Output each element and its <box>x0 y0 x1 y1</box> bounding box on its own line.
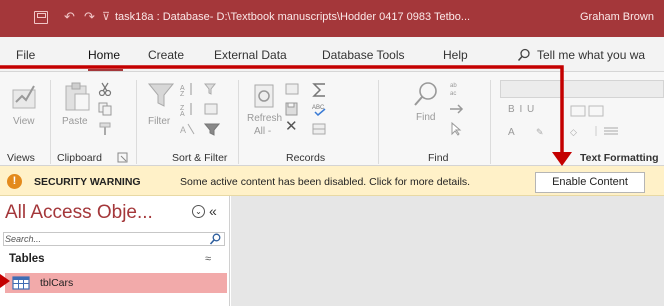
lightbulb-search-icon[interactable] <box>517 48 531 62</box>
group-divider <box>136 80 137 164</box>
security-warning-message[interactable]: Some active content has been disabled. C… <box>180 176 470 188</box>
font-color-highlight-icons[interactable]: A ✎ ◇ <box>506 124 626 138</box>
svg-text:A: A <box>508 127 515 138</box>
remove-sort-icon[interactable]: A <box>180 122 196 136</box>
tab-create[interactable]: Create <box>148 48 184 62</box>
redo-icon[interactable]: ↷ <box>84 9 95 25</box>
font-name-dropdown[interactable] <box>500 80 664 98</box>
window-title: task18a : Database- D:\Textbook manuscri… <box>115 11 471 23</box>
cut-icon[interactable] <box>98 82 112 96</box>
group-divider <box>378 80 379 164</box>
view-icon[interactable] <box>10 80 42 112</box>
format-painter-icon[interactable] <box>98 122 112 136</box>
records-group-label: Records <box>286 152 326 164</box>
sort-descending-icon[interactable]: Z A <box>180 102 196 116</box>
active-tab-indicator <box>88 69 123 71</box>
clipboard-group-label: Clipboard <box>57 152 102 164</box>
table-icon <box>12 276 30 290</box>
find-group-label: Find <box>428 152 449 164</box>
svg-text:Z: Z <box>180 91 185 96</box>
list-item[interactable] <box>5 273 227 293</box>
tab-external-data[interactable]: External Data <box>214 48 287 62</box>
spelling-icon[interactable]: ABC <box>312 102 328 116</box>
bold-italic-underline-buttons[interactable]: B I U <box>508 104 535 116</box>
collapse-pane-icon[interactable]: « <box>209 203 217 219</box>
find-label[interactable]: Find <box>416 112 435 124</box>
copy-icon[interactable] <box>98 102 112 116</box>
security-warning-title: SECURITY WARNING <box>34 176 141 188</box>
find-icon[interactable] <box>412 80 440 108</box>
tab-home[interactable]: Home <box>88 48 120 62</box>
tell-me-box[interactable]: Tell me what you wa <box>537 48 645 62</box>
replace-icon[interactable]: ab ac <box>448 80 466 96</box>
bullets-numbering-icon[interactable] <box>570 104 610 118</box>
svg-text:◇: ◇ <box>570 127 577 137</box>
svg-text:✎: ✎ <box>536 127 544 137</box>
svg-text:ac: ac <box>450 91 456 96</box>
enable-content-button[interactable]: Enable Content <box>535 172 645 193</box>
sort-filter-group-label: Sort & Filter <box>172 152 228 164</box>
paste-icon[interactable] <box>62 80 94 114</box>
navigation-pane-title[interactable]: All Access Obje... <box>5 202 153 224</box>
delete-record-icon[interactable]: ✕ <box>285 119 298 135</box>
refresh-all-label[interactable]: All - <box>254 126 271 138</box>
tab-database-tools[interactable]: Database Tools <box>322 48 405 62</box>
views-group-label: Views <box>7 152 35 164</box>
search-icon[interactable] <box>209 233 222 245</box>
paste-label[interactable]: Paste <box>62 116 88 128</box>
group-divider <box>50 80 51 164</box>
document-area <box>231 196 664 306</box>
table-item-label: tblCars <box>40 277 74 289</box>
refresh-icon[interactable] <box>252 82 278 110</box>
refresh-label[interactable]: Refresh <box>247 113 282 125</box>
totals-icon[interactable] <box>312 82 328 98</box>
new-record-icon[interactable] <box>284 82 300 96</box>
svg-text:ab: ab <box>450 83 457 89</box>
group-divider <box>490 80 491 164</box>
svg-text:A: A <box>180 111 185 116</box>
warning-icon: ! <box>7 174 22 189</box>
select-icon[interactable] <box>448 122 466 136</box>
advanced-filter-icon[interactable] <box>204 102 220 116</box>
chevron-down-icon[interactable]: ⌄ <box>192 205 205 218</box>
filter-label[interactable]: Filter <box>148 116 170 128</box>
view-label[interactable]: View <box>13 116 35 128</box>
more-records-icon[interactable] <box>312 122 328 136</box>
group-divider <box>238 80 239 164</box>
tab-file[interactable]: File <box>16 48 35 62</box>
undo-icon[interactable]: ↶ <box>64 9 75 25</box>
filter-icon[interactable] <box>146 80 176 110</box>
toggle-filter-icon[interactable] <box>204 122 220 136</box>
svg-text:A: A <box>180 125 186 135</box>
search-placeholder: Search... <box>5 234 42 244</box>
tables-section-label: Tables <box>9 253 45 265</box>
text-formatting-group-label: Text Formatting <box>580 152 659 164</box>
collapse-section-icon[interactable]: ≈ <box>205 252 211 266</box>
user-name[interactable]: Graham Brown <box>580 11 654 23</box>
go-to-icon[interactable] <box>448 102 466 116</box>
clipboard-launcher-icon[interactable] <box>117 152 128 163</box>
selection-filter-icon[interactable] <box>204 82 220 96</box>
save-icon[interactable] <box>34 11 48 24</box>
sort-ascending-icon[interactable]: A Z <box>180 82 196 96</box>
save-record-icon[interactable] <box>284 102 300 116</box>
customize-qat-icon[interactable]: ⊽ <box>102 9 110 25</box>
tab-help[interactable]: Help <box>443 48 468 62</box>
